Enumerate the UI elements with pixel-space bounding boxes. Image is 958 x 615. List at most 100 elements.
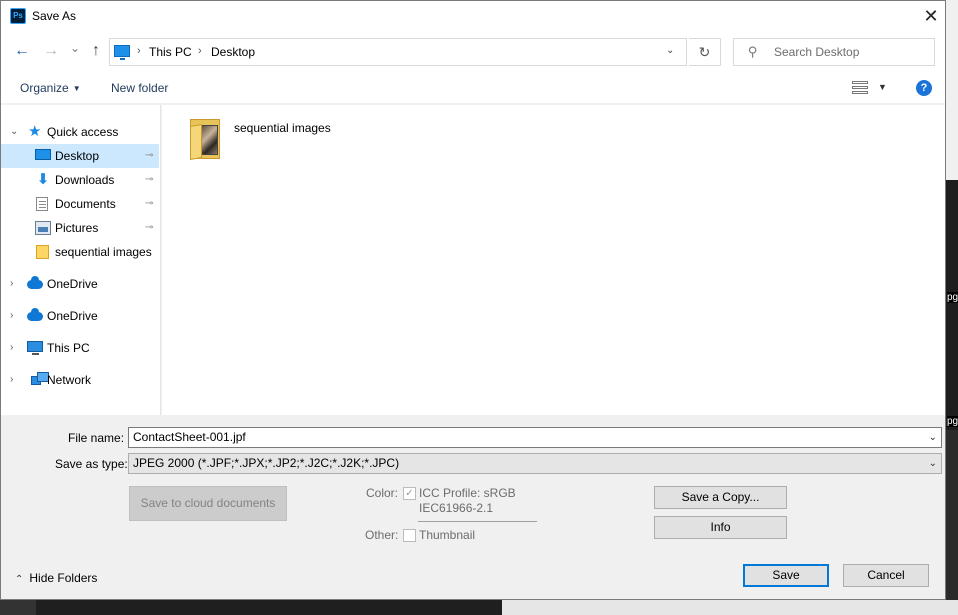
hide-folders-button[interactable]: ⌃ Hide Folders (15, 571, 97, 585)
cancel-button[interactable]: Cancel (843, 564, 929, 587)
icc-profile-label: ICC Profile: sRGB (419, 486, 516, 500)
folder-icon (36, 245, 49, 259)
sidebar-item-label: Desktop (55, 149, 100, 163)
sidebar-item-label: sequential images (55, 245, 152, 259)
other-label: Other: (365, 528, 399, 542)
cloud-icon (27, 308, 43, 321)
pin-icon[interactable]: ⊸ (145, 168, 153, 192)
sidebar-item-label: OneDrive (47, 309, 98, 323)
file-name-label: sequential images (234, 121, 331, 135)
background-strip (946, 0, 958, 180)
icc-profile-name: IEC61966-2.1 (419, 501, 494, 515)
up-folder-icon[interactable]: ↑ (86, 41, 106, 61)
background-label: pg (947, 292, 958, 303)
expand-chevron-icon[interactable]: › (10, 336, 13, 360)
cloud-icon (27, 276, 43, 289)
this-pc-icon (114, 45, 130, 60)
expand-chevron-icon[interactable]: › (10, 304, 13, 328)
collapse-chevron-icon[interactable]: ⌄ (10, 120, 18, 144)
save-as-type-label: Save as type: (55, 457, 128, 471)
pin-icon[interactable]: ⊸ (145, 192, 153, 216)
sidebar-item-desktop[interactable]: Desktop ⊸ (1, 144, 159, 168)
expand-chevron-icon[interactable]: › (10, 272, 13, 296)
title-bar: Ps Save As ✕ (1, 1, 945, 32)
view-dropdown-icon[interactable]: ▼ (878, 82, 887, 92)
organize-menu[interactable]: Organize ▼ (20, 81, 81, 95)
sidebar-item-onedrive[interactable]: › OneDrive (1, 304, 159, 328)
caret-down-icon: ▼ (72, 84, 81, 93)
file-name-value: ContactSheet-001.jpf (133, 430, 246, 444)
pin-icon[interactable]: ⊸ (145, 216, 153, 240)
background-photo (946, 180, 958, 430)
sidebar-item-label: Downloads (55, 173, 115, 187)
sidebar-item-network[interactable]: › Network (1, 368, 159, 392)
sidebar-item-label: This PC (47, 341, 90, 355)
sidebar-item-label: Network (47, 373, 92, 387)
list-item[interactable]: sequential images (186, 117, 366, 167)
expand-chevron-icon[interactable]: › (10, 368, 13, 392)
file-name-dropdown-icon[interactable]: ⌄ (929, 428, 937, 447)
breadcrumb-desktop[interactable]: Desktop (211, 45, 255, 59)
back-icon[interactable]: ← (12, 41, 32, 61)
close-button[interactable]: ✕ (917, 1, 945, 32)
address-dropdown-icon[interactable]: ⌄ (666, 45, 674, 56)
save-as-dialog: Ps Save As ✕ ← → ⌄ ↑ › This PC › Desktop… (0, 0, 946, 600)
icc-profile-checkbox[interactable]: ✓ (403, 487, 416, 500)
window-title: Save As (32, 9, 77, 23)
background-app-edge: pg pg (946, 0, 958, 615)
breadcrumb-this-pc[interactable]: This PC (149, 45, 192, 59)
forward-icon[interactable]: → (41, 41, 61, 61)
background-dark-panel (0, 600, 502, 615)
background-label: pg (947, 416, 958, 427)
desktop-icon (35, 149, 51, 160)
options-divider (418, 521, 537, 522)
sidebar-item-documents[interactable]: Documents ⊸ (1, 192, 159, 216)
organize-label: Organize (20, 81, 69, 95)
save-to-cloud-button[interactable]: Save to cloud documents (129, 486, 287, 521)
save-a-copy-button[interactable]: Save a Copy... (654, 486, 787, 509)
network-icon (31, 372, 49, 385)
star-icon: ★ (28, 123, 42, 140)
sidebar-item-onedrive[interactable]: › OneDrive (1, 272, 159, 296)
address-bar[interactable]: › This PC › Desktop ⌄ (109, 38, 687, 66)
navigation-pane: ⌄ ★ Quick access Desktop ⊸ ⬇ Downloads ⊸… (1, 105, 161, 415)
hide-folders-label: Hide Folders (29, 571, 98, 585)
thumbnail-checkbox[interactable] (403, 529, 416, 542)
file-list[interactable]: sequential images (162, 105, 945, 415)
computer-icon (27, 341, 43, 355)
pictures-icon (35, 221, 51, 235)
thumbnail-label: Thumbnail (419, 528, 476, 542)
refresh-icon[interactable]: ↻ (689, 38, 721, 66)
save-as-type-select[interactable]: JPEG 2000 (*.JPF;*.JPX;*.JP2;*.J2C;*.J2K… (128, 453, 942, 474)
sidebar-item-label: OneDrive (47, 277, 98, 291)
recent-locations-icon[interactable]: ⌄ (65, 38, 85, 58)
sidebar-item-label: Pictures (55, 221, 99, 235)
pin-icon[interactable]: ⊸ (145, 144, 153, 168)
document-icon (36, 197, 48, 211)
sidebar-item-label: Documents (55, 197, 116, 211)
sidebar-item-quick-access[interactable]: ⌄ ★ Quick access (1, 120, 159, 144)
new-folder-button[interactable]: New folder (111, 81, 168, 95)
chevron-down-icon: ⌄ (928, 458, 937, 469)
search-input[interactable] (772, 43, 930, 61)
sidebar-item-sequential-images[interactable]: sequential images (1, 240, 159, 264)
view-options-icon[interactable] (852, 81, 868, 95)
folder-icon (190, 119, 220, 161)
info-button[interactable]: Info (654, 516, 787, 539)
search-box[interactable]: ⚲ (733, 38, 935, 66)
breadcrumb-separator-icon: › (198, 45, 202, 57)
save-as-type-value: JPEG 2000 (*.JPF;*.JPX;*.JP2;*.J2C;*.J2K… (133, 456, 400, 470)
sidebar-item-this-pc[interactable]: › This PC (1, 336, 159, 360)
help-icon[interactable]: ? (916, 80, 932, 96)
file-name-field[interactable]: ContactSheet-001.jpf ⌄ (128, 427, 942, 448)
sidebar-item-downloads[interactable]: ⬇ Downloads ⊸ (1, 168, 159, 192)
chevron-up-icon: ⌃ (15, 574, 24, 585)
sidebar-item-label: Quick access (47, 125, 119, 139)
color-label: Color: (366, 486, 399, 500)
photoshop-icon: Ps (10, 8, 26, 24)
sidebar-item-pictures[interactable]: Pictures ⊸ (1, 216, 159, 240)
breadcrumb-separator-icon: › (137, 45, 141, 57)
download-icon: ⬇ (36, 171, 50, 188)
command-toolbar: Organize ▼ New folder ▼ ? (1, 72, 945, 104)
save-button[interactable]: Save (743, 564, 829, 587)
